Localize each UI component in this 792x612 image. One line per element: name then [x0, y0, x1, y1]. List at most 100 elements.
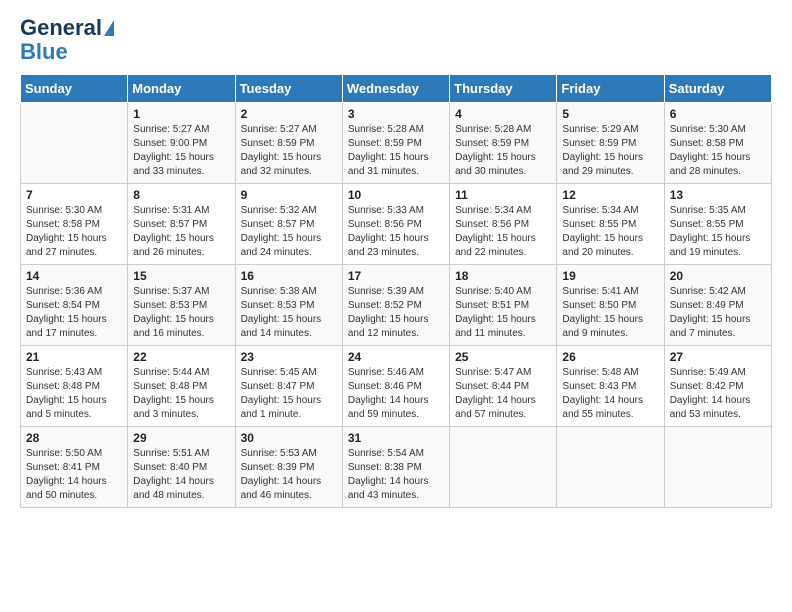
- day-number: 4: [455, 107, 551, 121]
- day-number: 20: [670, 269, 766, 283]
- calendar-cell: 10 Sunrise: 5:33 AM Sunset: 8:56 PM Dayli…: [342, 184, 449, 265]
- calendar-cell: [450, 427, 557, 508]
- col-header-saturday: Saturday: [664, 75, 771, 103]
- calendar-cell: 1 Sunrise: 5:27 AM Sunset: 9:00 PM Daylig…: [128, 103, 235, 184]
- col-header-wednesday: Wednesday: [342, 75, 449, 103]
- day-info: Sunrise: 5:54 AM Sunset: 8:38 PM Dayligh…: [348, 447, 444, 503]
- day-number: 30: [241, 431, 337, 445]
- day-number: 24: [348, 350, 444, 364]
- day-info: Sunrise: 5:37 AM Sunset: 8:53 PM Dayligh…: [133, 285, 229, 341]
- col-header-thursday: Thursday: [450, 75, 557, 103]
- day-number: 28: [26, 431, 122, 445]
- calendar-cell: 4 Sunrise: 5:28 AM Sunset: 8:59 PM Daylig…: [450, 103, 557, 184]
- day-number: 10: [348, 188, 444, 202]
- calendar-cell: 16 Sunrise: 5:38 AM Sunset: 8:53 PM Dayli…: [235, 265, 342, 346]
- day-number: 6: [670, 107, 766, 121]
- day-number: 31: [348, 431, 444, 445]
- calendar-cell: 18 Sunrise: 5:40 AM Sunset: 8:51 PM Dayli…: [450, 265, 557, 346]
- day-number: 7: [26, 188, 122, 202]
- day-number: 17: [348, 269, 444, 283]
- day-info: Sunrise: 5:45 AM Sunset: 8:47 PM Dayligh…: [241, 366, 337, 422]
- day-info: Sunrise: 5:28 AM Sunset: 8:59 PM Dayligh…: [455, 123, 551, 179]
- day-info: Sunrise: 5:34 AM Sunset: 8:55 PM Dayligh…: [562, 204, 658, 260]
- day-number: 12: [562, 188, 658, 202]
- day-info: Sunrise: 5:51 AM Sunset: 8:40 PM Dayligh…: [133, 447, 229, 503]
- day-number: 26: [562, 350, 658, 364]
- calendar-cell: 6Sunrise: 5:30 AM Sunset: 8:58 PM Daylig…: [664, 103, 771, 184]
- week-row-5: 28 Sunrise: 5:50 AM Sunset: 8:41 PM Dayli…: [21, 427, 772, 508]
- col-header-friday: Friday: [557, 75, 664, 103]
- calendar-cell: 17 Sunrise: 5:39 AM Sunset: 8:52 PM Dayli…: [342, 265, 449, 346]
- day-number: 9: [241, 188, 337, 202]
- logo-text-blue: Blue: [20, 40, 68, 64]
- page-header: General Blue: [20, 16, 772, 64]
- day-number: 16: [241, 269, 337, 283]
- day-info: Sunrise: 5:39 AM Sunset: 8:52 PM Dayligh…: [348, 285, 444, 341]
- day-info: Sunrise: 5:46 AM Sunset: 8:46 PM Dayligh…: [348, 366, 444, 422]
- calendar-cell: 24 Sunrise: 5:46 AM Sunset: 8:46 PM Dayli…: [342, 346, 449, 427]
- calendar-cell: 25Sunrise: 5:47 AM Sunset: 8:44 PM Dayli…: [450, 346, 557, 427]
- week-row-1: 1 Sunrise: 5:27 AM Sunset: 9:00 PM Daylig…: [21, 103, 772, 184]
- calendar-table: SundayMondayTuesdayWednesdayThursdayFrid…: [20, 74, 772, 508]
- day-number: 2: [241, 107, 337, 121]
- day-info: Sunrise: 5:43 AM Sunset: 8:48 PM Dayligh…: [26, 366, 122, 422]
- day-info: Sunrise: 5:50 AM Sunset: 8:41 PM Dayligh…: [26, 447, 122, 503]
- col-header-sunday: Sunday: [21, 75, 128, 103]
- calendar-cell: 3 Sunrise: 5:28 AM Sunset: 8:59 PM Daylig…: [342, 103, 449, 184]
- calendar-cell: 23 Sunrise: 5:45 AM Sunset: 8:47 PM Dayli…: [235, 346, 342, 427]
- day-number: 8: [133, 188, 229, 202]
- calendar-cell: 20 Sunrise: 5:42 AM Sunset: 8:49 PM Dayli…: [664, 265, 771, 346]
- day-number: 21: [26, 350, 122, 364]
- day-info: Sunrise: 5:49 AM Sunset: 8:42 PM Dayligh…: [670, 366, 766, 422]
- calendar-cell: 11 Sunrise: 5:34 AM Sunset: 8:56 PM Dayli…: [450, 184, 557, 265]
- calendar-cell: 27 Sunrise: 5:49 AM Sunset: 8:42 PM Dayli…: [664, 346, 771, 427]
- day-info: Sunrise: 5:34 AM Sunset: 8:56 PM Dayligh…: [455, 204, 551, 260]
- day-info: Sunrise: 5:31 AM Sunset: 8:57 PM Dayligh…: [133, 204, 229, 260]
- col-header-monday: Monday: [128, 75, 235, 103]
- week-row-2: 7 Sunrise: 5:30 AM Sunset: 8:58 PM Daylig…: [21, 184, 772, 265]
- day-number: 22: [133, 350, 229, 364]
- day-number: 23: [241, 350, 337, 364]
- calendar-cell: 28 Sunrise: 5:50 AM Sunset: 8:41 PM Dayli…: [21, 427, 128, 508]
- col-header-tuesday: Tuesday: [235, 75, 342, 103]
- day-info: Sunrise: 5:27 AM Sunset: 9:00 PM Dayligh…: [133, 123, 229, 179]
- day-info: Sunrise: 5:33 AM Sunset: 8:56 PM Dayligh…: [348, 204, 444, 260]
- day-number: 18: [455, 269, 551, 283]
- day-info: Sunrise: 5:28 AM Sunset: 8:59 PM Dayligh…: [348, 123, 444, 179]
- day-info: Sunrise: 5:41 AM Sunset: 8:50 PM Dayligh…: [562, 285, 658, 341]
- day-number: 27: [670, 350, 766, 364]
- day-number: 1: [133, 107, 229, 121]
- calendar-cell: [21, 103, 128, 184]
- day-number: 15: [133, 269, 229, 283]
- day-number: 13: [670, 188, 766, 202]
- calendar-cell: 31 Sunrise: 5:54 AM Sunset: 8:38 PM Dayli…: [342, 427, 449, 508]
- calendar-cell: 2 Sunrise: 5:27 AM Sunset: 8:59 PM Daylig…: [235, 103, 342, 184]
- calendar-cell: 8 Sunrise: 5:31 AM Sunset: 8:57 PM Daylig…: [128, 184, 235, 265]
- day-number: 3: [348, 107, 444, 121]
- day-info: Sunrise: 5:38 AM Sunset: 8:53 PM Dayligh…: [241, 285, 337, 341]
- day-number: 25: [455, 350, 551, 364]
- calendar-cell: 21 Sunrise: 5:43 AM Sunset: 8:48 PM Dayli…: [21, 346, 128, 427]
- calendar-cell: 19Sunrise: 5:41 AM Sunset: 8:50 PM Dayli…: [557, 265, 664, 346]
- day-info: Sunrise: 5:40 AM Sunset: 8:51 PM Dayligh…: [455, 285, 551, 341]
- day-number: 11: [455, 188, 551, 202]
- calendar-cell: 29 Sunrise: 5:51 AM Sunset: 8:40 PM Dayli…: [128, 427, 235, 508]
- calendar-cell: 9 Sunrise: 5:32 AM Sunset: 8:57 PM Daylig…: [235, 184, 342, 265]
- calendar-cell: 14Sunrise: 5:36 AM Sunset: 8:54 PM Dayli…: [21, 265, 128, 346]
- calendar-cell: 12 Sunrise: 5:34 AM Sunset: 8:55 PM Dayli…: [557, 184, 664, 265]
- day-number: 14: [26, 269, 122, 283]
- day-info: Sunrise: 5:27 AM Sunset: 8:59 PM Dayligh…: [241, 123, 337, 179]
- calendar-cell: 26Sunrise: 5:48 AM Sunset: 8:43 PM Dayli…: [557, 346, 664, 427]
- day-info: Sunrise: 5:32 AM Sunset: 8:57 PM Dayligh…: [241, 204, 337, 260]
- logo-triangle-icon: [104, 20, 114, 36]
- day-info: Sunrise: 5:42 AM Sunset: 8:49 PM Dayligh…: [670, 285, 766, 341]
- calendar-cell: [557, 427, 664, 508]
- week-row-4: 21 Sunrise: 5:43 AM Sunset: 8:48 PM Dayli…: [21, 346, 772, 427]
- calendar-cell: 7 Sunrise: 5:30 AM Sunset: 8:58 PM Daylig…: [21, 184, 128, 265]
- calendar-cell: 5Sunrise: 5:29 AM Sunset: 8:59 PM Daylig…: [557, 103, 664, 184]
- day-number: 5: [562, 107, 658, 121]
- day-number: 29: [133, 431, 229, 445]
- calendar-cell: 22Sunrise: 5:44 AM Sunset: 8:48 PM Dayli…: [128, 346, 235, 427]
- day-info: Sunrise: 5:30 AM Sunset: 8:58 PM Dayligh…: [26, 204, 122, 260]
- day-info: Sunrise: 5:35 AM Sunset: 8:55 PM Dayligh…: [670, 204, 766, 260]
